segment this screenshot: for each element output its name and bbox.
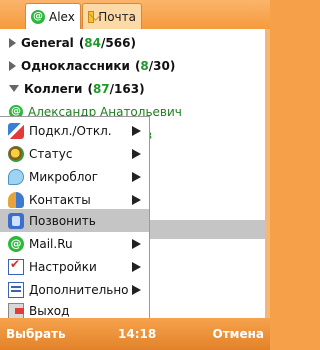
- group-count: (87/163): [87, 81, 145, 96]
- menu-item-more[interactable]: Дополнительно: [0, 278, 149, 301]
- menu-item-label: Позвонить: [29, 213, 96, 228]
- menu-item-connect[interactable]: Подкл./Откл.: [0, 119, 149, 142]
- submenu-arrow-icon: [132, 171, 141, 182]
- connect-icon: [8, 122, 24, 139]
- clock: 14:18: [118, 327, 157, 341]
- envelope-icon: [88, 10, 95, 23]
- tab-mail[interactable]: Почта: [82, 3, 142, 29]
- tab-bar: @ Alex Почта: [0, 0, 270, 29]
- submenu-arrow-icon: [132, 125, 141, 136]
- group-count: (84/566): [78, 35, 136, 50]
- microblog-icon: [8, 168, 24, 185]
- group-row-general[interactable]: General (84/566): [0, 31, 266, 54]
- select-softkey[interactable]: Выбрать: [6, 327, 66, 341]
- exit-icon: [8, 302, 24, 319]
- menu-item-settings[interactable]: Настройки: [0, 255, 149, 278]
- menu-item-label: Контакты: [29, 192, 91, 207]
- collapse-arrow-icon: [9, 85, 19, 92]
- popup-menu: Подкл./Откл. Статус Микроблог Контакты П…: [0, 116, 150, 319]
- submenu-arrow-icon: [132, 194, 141, 205]
- menu-item-label: Выход: [29, 303, 70, 318]
- group-count: (8/30): [134, 58, 176, 73]
- softkey-bar: Выбрать 14:18 Отмена: [0, 318, 270, 350]
- at-icon: @: [31, 9, 45, 24]
- cancel-softkey[interactable]: Отмена: [213, 327, 265, 341]
- expand-arrow-icon: [9, 60, 16, 71]
- menu-item-status[interactable]: Статус: [0, 142, 149, 165]
- menu-item-microblog[interactable]: Микроблог: [0, 165, 149, 188]
- phone-icon: [8, 212, 24, 229]
- menu-item-label: Подкл./Откл.: [29, 123, 112, 138]
- group-row-classmates[interactable]: Одноклассники (8/30): [0, 54, 266, 77]
- contacts-icon: [8, 191, 24, 208]
- mailru-icon: @: [8, 235, 24, 252]
- expand-arrow-icon: [9, 37, 16, 48]
- tab-alex-label: Alex: [49, 9, 75, 24]
- group-row-colleagues[interactable]: Коллеги (87/163): [0, 77, 266, 100]
- tab-alex[interactable]: @ Alex: [25, 3, 81, 29]
- menu-item-label: Настройки: [29, 259, 97, 274]
- group-name: Одноклассники: [21, 58, 130, 73]
- submenu-arrow-icon: [132, 148, 141, 159]
- menu-item-label: Статус: [29, 146, 73, 161]
- submenu-arrow-icon: [132, 284, 141, 295]
- tab-mail-label: Почта: [98, 9, 136, 24]
- menu-item-label: Mail.Ru: [29, 236, 73, 251]
- more-icon: [8, 281, 24, 298]
- status-icon: [8, 145, 24, 162]
- group-name: General: [21, 35, 74, 50]
- submenu-arrow-icon: [132, 261, 141, 272]
- menu-item-contacts[interactable]: Контакты: [0, 188, 149, 211]
- submenu-arrow-icon: [132, 238, 141, 249]
- scrollbar[interactable]: [265, 29, 270, 318]
- settings-icon: [8, 257, 24, 275]
- group-name: Коллеги: [24, 81, 83, 96]
- menu-item-mailru[interactable]: @ Mail.Ru: [0, 232, 149, 255]
- menu-item-label: Микроблог: [29, 169, 99, 184]
- menu-item-label: Дополнительно: [29, 282, 129, 297]
- menu-item-call[interactable]: Позвонить: [0, 209, 149, 232]
